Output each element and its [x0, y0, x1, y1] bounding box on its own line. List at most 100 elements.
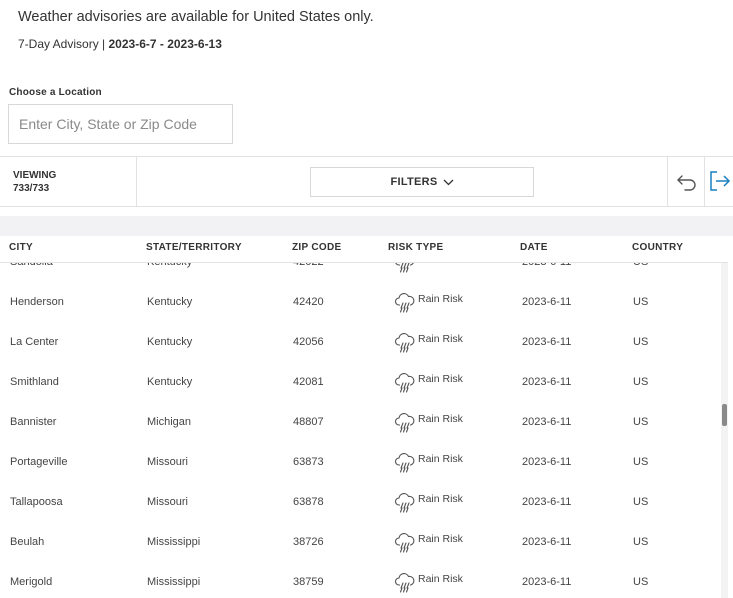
rain-cloud-icon [394, 292, 415, 317]
cell-risk: Rain Risk [394, 412, 463, 437]
cell-date: 2023-6-11 [522, 376, 572, 388]
table-header: CITY STATE/TERRITORY ZIP CODE RISK TYPE … [0, 236, 728, 263]
cell-state: Kentucky [147, 296, 193, 308]
rain-cloud-icon [394, 572, 415, 597]
cell-risk: Rain Risk [394, 332, 463, 357]
toolbar-actions [667, 157, 733, 206]
advisory-range: 7-Day Advisory | 2023-6-7 - 2023-6-13 [18, 37, 222, 51]
cell-risk: Rain Risk [394, 452, 463, 477]
rain-cloud-icon [394, 412, 415, 437]
cell-country: US [633, 376, 649, 388]
cell-risk: Rain Risk [394, 532, 463, 557]
region-notice: Weather advisories are available for Uni… [18, 9, 374, 25]
location-label: Choose a Location [9, 87, 102, 98]
risk-label: Rain Risk [418, 333, 463, 345]
viewing-value: 733/733 [13, 183, 50, 194]
rain-cloud-icon [394, 492, 415, 517]
cell-country: US [633, 456, 649, 468]
cell-zip: 38759 [293, 576, 324, 588]
cell-city: Merigold [10, 576, 53, 588]
cell-country: US [633, 416, 649, 428]
cell-zip: 42056 [293, 336, 324, 348]
table-row[interactable]: Beulah Mississippi 38726 2023-6-11 US Rain Ri… [0, 522, 728, 562]
table-row[interactable]: Sandolia Kentucky 42022 2023-6-11 US [0, 262, 728, 282]
cell-city: Portageville [10, 456, 68, 468]
column-header-zip[interactable]: ZIP CODE [292, 242, 341, 253]
table-rows: Sandolia Kentucky 42022 2023-6-11 US Henderso… [0, 262, 728, 598]
risk-label: Rain Risk [418, 373, 463, 385]
advisory-table[interactable]: Sandolia Kentucky 42022 2023-6-11 US Henderso… [0, 262, 728, 598]
cell-city: Smithland [10, 376, 59, 388]
table-row[interactable]: Smithland Kentucky 42081 2023-6-11 US Rain Ri… [0, 362, 728, 402]
scrollbar-thumb[interactable] [722, 404, 727, 426]
results-toolbar: VIEWING 733/733 FILTERS [0, 156, 733, 207]
cell-city: Bannister [10, 416, 57, 428]
risk-label: Rain Risk [418, 573, 463, 585]
cell-date: 2023-6-11 [522, 456, 572, 468]
cell-state: Kentucky [147, 336, 193, 348]
viewing-label: VIEWING [13, 170, 57, 181]
cell-date: 2023-6-11 [522, 576, 572, 588]
cell-city: La Center [10, 336, 59, 348]
cell-state: Mississippi [147, 536, 201, 548]
cell-city: Beulah [10, 536, 45, 548]
advisory-prefix: 7-Day Advisory | [18, 37, 106, 51]
cell-city: Tallapoosa [10, 496, 63, 508]
risk-label: Rain Risk [418, 453, 463, 465]
viewing-count: VIEWING 733/733 [0, 157, 137, 206]
table-row[interactable]: Tallapoosa Missouri 63878 2023-6-11 US Rain R… [0, 482, 728, 522]
column-header-city[interactable]: CITY [9, 242, 33, 253]
advisory-dates: 2023-6-7 - 2023-6-13 [108, 37, 222, 51]
cell-risk: Rain Risk [394, 572, 463, 597]
cell-country: US [633, 296, 649, 308]
cell-zip: 63878 [293, 496, 324, 508]
export-icon[interactable] [709, 170, 731, 192]
cell-risk: Rain Risk [394, 492, 463, 517]
cell-zip: 42081 [293, 376, 324, 388]
risk-label: Rain Risk [418, 533, 463, 545]
cell-risk: Rain Risk [394, 292, 463, 317]
cell-date: 2023-6-11 [522, 296, 572, 308]
location-search-input[interactable] [8, 104, 233, 144]
rain-cloud-icon [394, 452, 415, 477]
filters-label: FILTERS [390, 176, 438, 188]
cell-date: 2023-6-11 [522, 336, 572, 348]
column-header-state[interactable]: STATE/TERRITORY [146, 242, 242, 253]
column-header-country[interactable]: COUNTRY [632, 242, 683, 253]
cell-state: Missouri [147, 456, 188, 468]
cell-risk: Rain Risk [394, 372, 463, 397]
table-row[interactable]: Merigold Mississippi 38759 2023-6-11 US Rain … [0, 562, 728, 598]
cell-zip: 42420 [293, 296, 324, 308]
table-row[interactable]: La Center Kentucky 42056 2023-6-11 US Rain Ri… [0, 322, 728, 362]
cell-country: US [633, 336, 649, 348]
cell-date: 2023-6-11 [522, 536, 572, 548]
cell-zip: 48807 [293, 416, 324, 428]
risk-label: Rain Risk [418, 493, 463, 505]
table-row[interactable]: Henderson Kentucky 42420 2023-6-11 US Rain Ri… [0, 282, 728, 322]
cell-country: US [633, 576, 649, 588]
cell-city: Henderson [10, 296, 64, 308]
chevron-down-icon [443, 179, 454, 185]
cell-country: US [633, 496, 649, 508]
cell-state: Kentucky [147, 376, 193, 388]
cell-state: Mississippi [147, 576, 201, 588]
cell-country: US [633, 536, 649, 548]
rain-cloud-icon [394, 532, 415, 557]
risk-label: Rain Risk [418, 293, 463, 305]
cell-risk [395, 262, 418, 277]
filters-button[interactable]: FILTERS [310, 167, 534, 197]
column-header-date[interactable]: DATE [520, 242, 548, 253]
rain-cloud-icon [394, 372, 415, 397]
table-scrollbar[interactable] [721, 263, 728, 598]
table-row[interactable]: Bannister Michigan 48807 2023-6-11 US Rain Ri… [0, 402, 728, 442]
rain-cloud-icon [394, 332, 415, 357]
cell-state: Michigan [147, 416, 192, 428]
column-header-risk[interactable]: RISK TYPE [388, 242, 444, 253]
cell-zip: 63873 [293, 456, 324, 468]
risk-label: Rain Risk [418, 413, 463, 425]
cell-zip: 38726 [293, 536, 324, 548]
undo-icon[interactable] [676, 171, 698, 191]
table-row[interactable]: Portageville Missouri 63873 2023-6-11 US Rain… [0, 442, 728, 482]
rain-cloud-icon [395, 262, 415, 277]
toolbar-divider [704, 157, 705, 206]
